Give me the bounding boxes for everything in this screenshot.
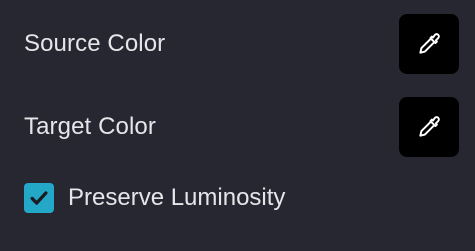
source-color-picker-button[interactable] — [399, 14, 459, 74]
preserve-luminosity-option[interactable]: Preserve Luminosity — [24, 182, 285, 214]
preserve-luminosity-label[interactable]: Preserve Luminosity — [68, 184, 285, 212]
preserve-luminosity-checkbox[interactable] — [24, 183, 54, 213]
source-color-label: Source Color — [24, 30, 166, 57]
target-color-picker-button[interactable] — [399, 97, 459, 157]
eyedropper-icon — [419, 33, 440, 54]
color-replace-panel: Source Color Target Color Preserve Lumin… — [0, 0, 475, 251]
target-color-label: Target Color — [24, 113, 156, 140]
checkmark-icon — [30, 191, 48, 205]
eyedropper-icon — [419, 116, 440, 137]
